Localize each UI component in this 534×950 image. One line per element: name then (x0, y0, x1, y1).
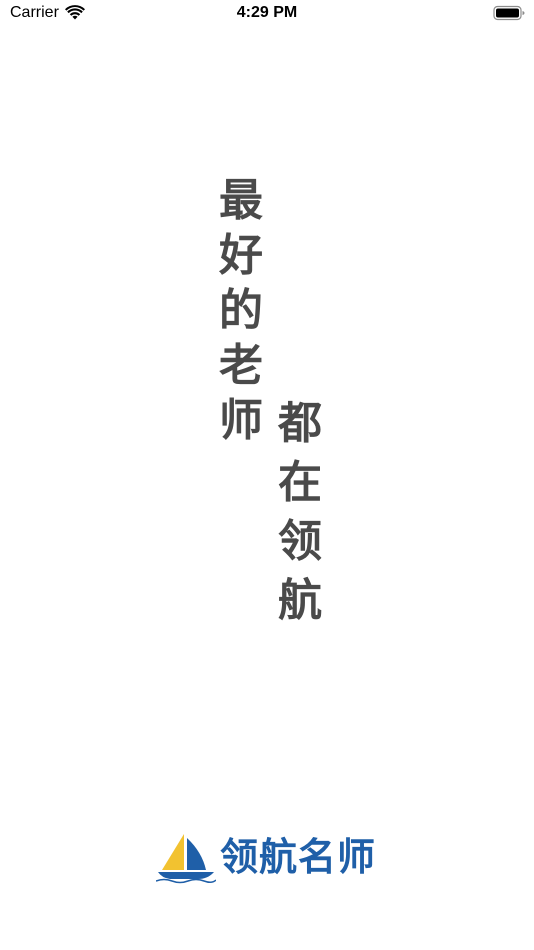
slogan-char: 航 (278, 575, 322, 626)
sailboat-logo-icon (156, 834, 216, 884)
slogan-char: 老 (219, 340, 263, 391)
slogan-char: 领 (278, 516, 322, 567)
slogan-char: 的 (219, 285, 263, 336)
slogan-char: 最 (219, 175, 263, 226)
slogan-column-1: 最 好 的 老 师 (213, 173, 269, 448)
slogan-char: 在 (278, 457, 322, 508)
slogan-char: 都 (278, 398, 322, 449)
status-bar: Carrier 4:29 PM (0, 0, 534, 30)
brand-name: 领航名师 (220, 837, 377, 879)
battery-icon (493, 5, 525, 21)
status-time: 4:29 PM (236, 4, 298, 21)
slogan-char: 师 (219, 395, 263, 446)
brand-lockup: 领航名师 (156, 832, 376, 884)
slogan-column-2: 都 在 领 航 (272, 394, 328, 630)
slogan-char: 好 (219, 230, 263, 281)
